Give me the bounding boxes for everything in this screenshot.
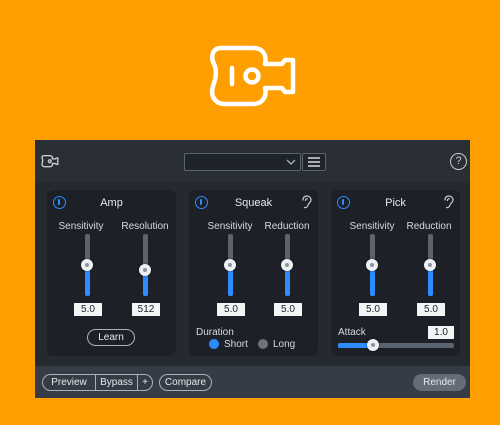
duration-long-radio[interactable]	[258, 339, 268, 349]
ear-icon[interactable]	[301, 195, 312, 209]
help-button[interactable]: ?	[450, 153, 467, 170]
squeak-sensitivity-label: Sensitivity	[207, 221, 253, 232]
preset-menu-button[interactable]	[302, 153, 326, 171]
pick-sensitivity-value[interactable]: 5.0	[359, 303, 387, 316]
squeak-sensitivity-value[interactable]: 5.0	[217, 303, 245, 316]
top-bar: ?	[35, 140, 470, 182]
slider-thumb[interactable]	[281, 259, 293, 271]
help-icon: ?	[455, 155, 462, 167]
slider-thumb[interactable]	[366, 339, 379, 351]
squeak-module: Squeak Sensitivity 5.0 Reduction 5.0 Dur…	[189, 190, 318, 356]
ear-icon[interactable]	[443, 195, 454, 209]
slider-thumb[interactable]	[224, 259, 236, 271]
attack-slider[interactable]	[338, 339, 454, 351]
slider-thumb[interactable]	[424, 259, 436, 271]
amp-resolution-label: Resolution	[121, 221, 169, 232]
duration-short-radio[interactable]	[209, 339, 219, 349]
pick-title: Pick	[385, 197, 406, 209]
plugin-window: ? Amp Sensitivity 5.0 Resolution 512 Lea…	[35, 140, 470, 398]
pick-reduction-label: Reduction	[406, 221, 452, 232]
compare-button[interactable]: Compare	[159, 374, 212, 391]
amp-sensitivity-label: Sensitivity	[58, 221, 104, 232]
bypass-button[interactable]: Bypass	[95, 374, 138, 391]
pick-reduction-value[interactable]: 5.0	[417, 303, 445, 316]
slider-thumb[interactable]	[139, 263, 151, 276]
bottom-bar: Preview Bypass + Compare Render	[35, 366, 470, 398]
duration-label: Duration	[196, 327, 234, 338]
squeak-reduction-value[interactable]: 5.0	[274, 303, 302, 316]
amp-resolution-value[interactable]: 512	[132, 303, 160, 316]
pick-sensitivity-label: Sensitivity	[349, 221, 395, 232]
squeak-reduction-slider[interactable]	[281, 234, 293, 296]
amp-sensitivity-slider[interactable]	[81, 234, 93, 296]
amp-resolution-slider[interactable]	[139, 234, 151, 296]
duration-long-label[interactable]: Long	[273, 339, 295, 350]
chevron-down-icon	[286, 159, 296, 165]
duration-short-label[interactable]: Short	[224, 339, 248, 350]
squeak-sensitivity-slider[interactable]	[224, 234, 236, 296]
hamburger-menu-icon	[308, 157, 320, 167]
preset-dropdown[interactable]	[184, 153, 301, 171]
add-button[interactable]: +	[137, 374, 153, 391]
amp-module: Amp Sensitivity 5.0 Resolution 512 Learn	[47, 190, 176, 356]
squeak-reduction-label: Reduction	[264, 221, 310, 232]
guitar-icon[interactable]	[41, 154, 59, 168]
amp-sensitivity-value[interactable]: 5.0	[74, 303, 102, 316]
guitar-icon	[209, 45, 296, 107]
pick-module: Pick Sensitivity 5.0 Reduction 5.0 Attac…	[331, 190, 460, 356]
slider-thumb[interactable]	[81, 259, 93, 271]
pick-sensitivity-slider[interactable]	[366, 234, 378, 296]
attack-label: Attack	[338, 327, 366, 338]
preview-button[interactable]: Preview	[42, 374, 96, 391]
learn-button[interactable]: Learn	[87, 329, 135, 346]
amp-title: Amp	[100, 197, 123, 209]
squeak-title: Squeak	[234, 197, 273, 209]
attack-value[interactable]: 1.0	[428, 326, 454, 339]
render-button[interactable]: Render	[413, 374, 466, 391]
slider-thumb[interactable]	[366, 259, 378, 271]
pick-reduction-slider[interactable]	[424, 234, 436, 296]
